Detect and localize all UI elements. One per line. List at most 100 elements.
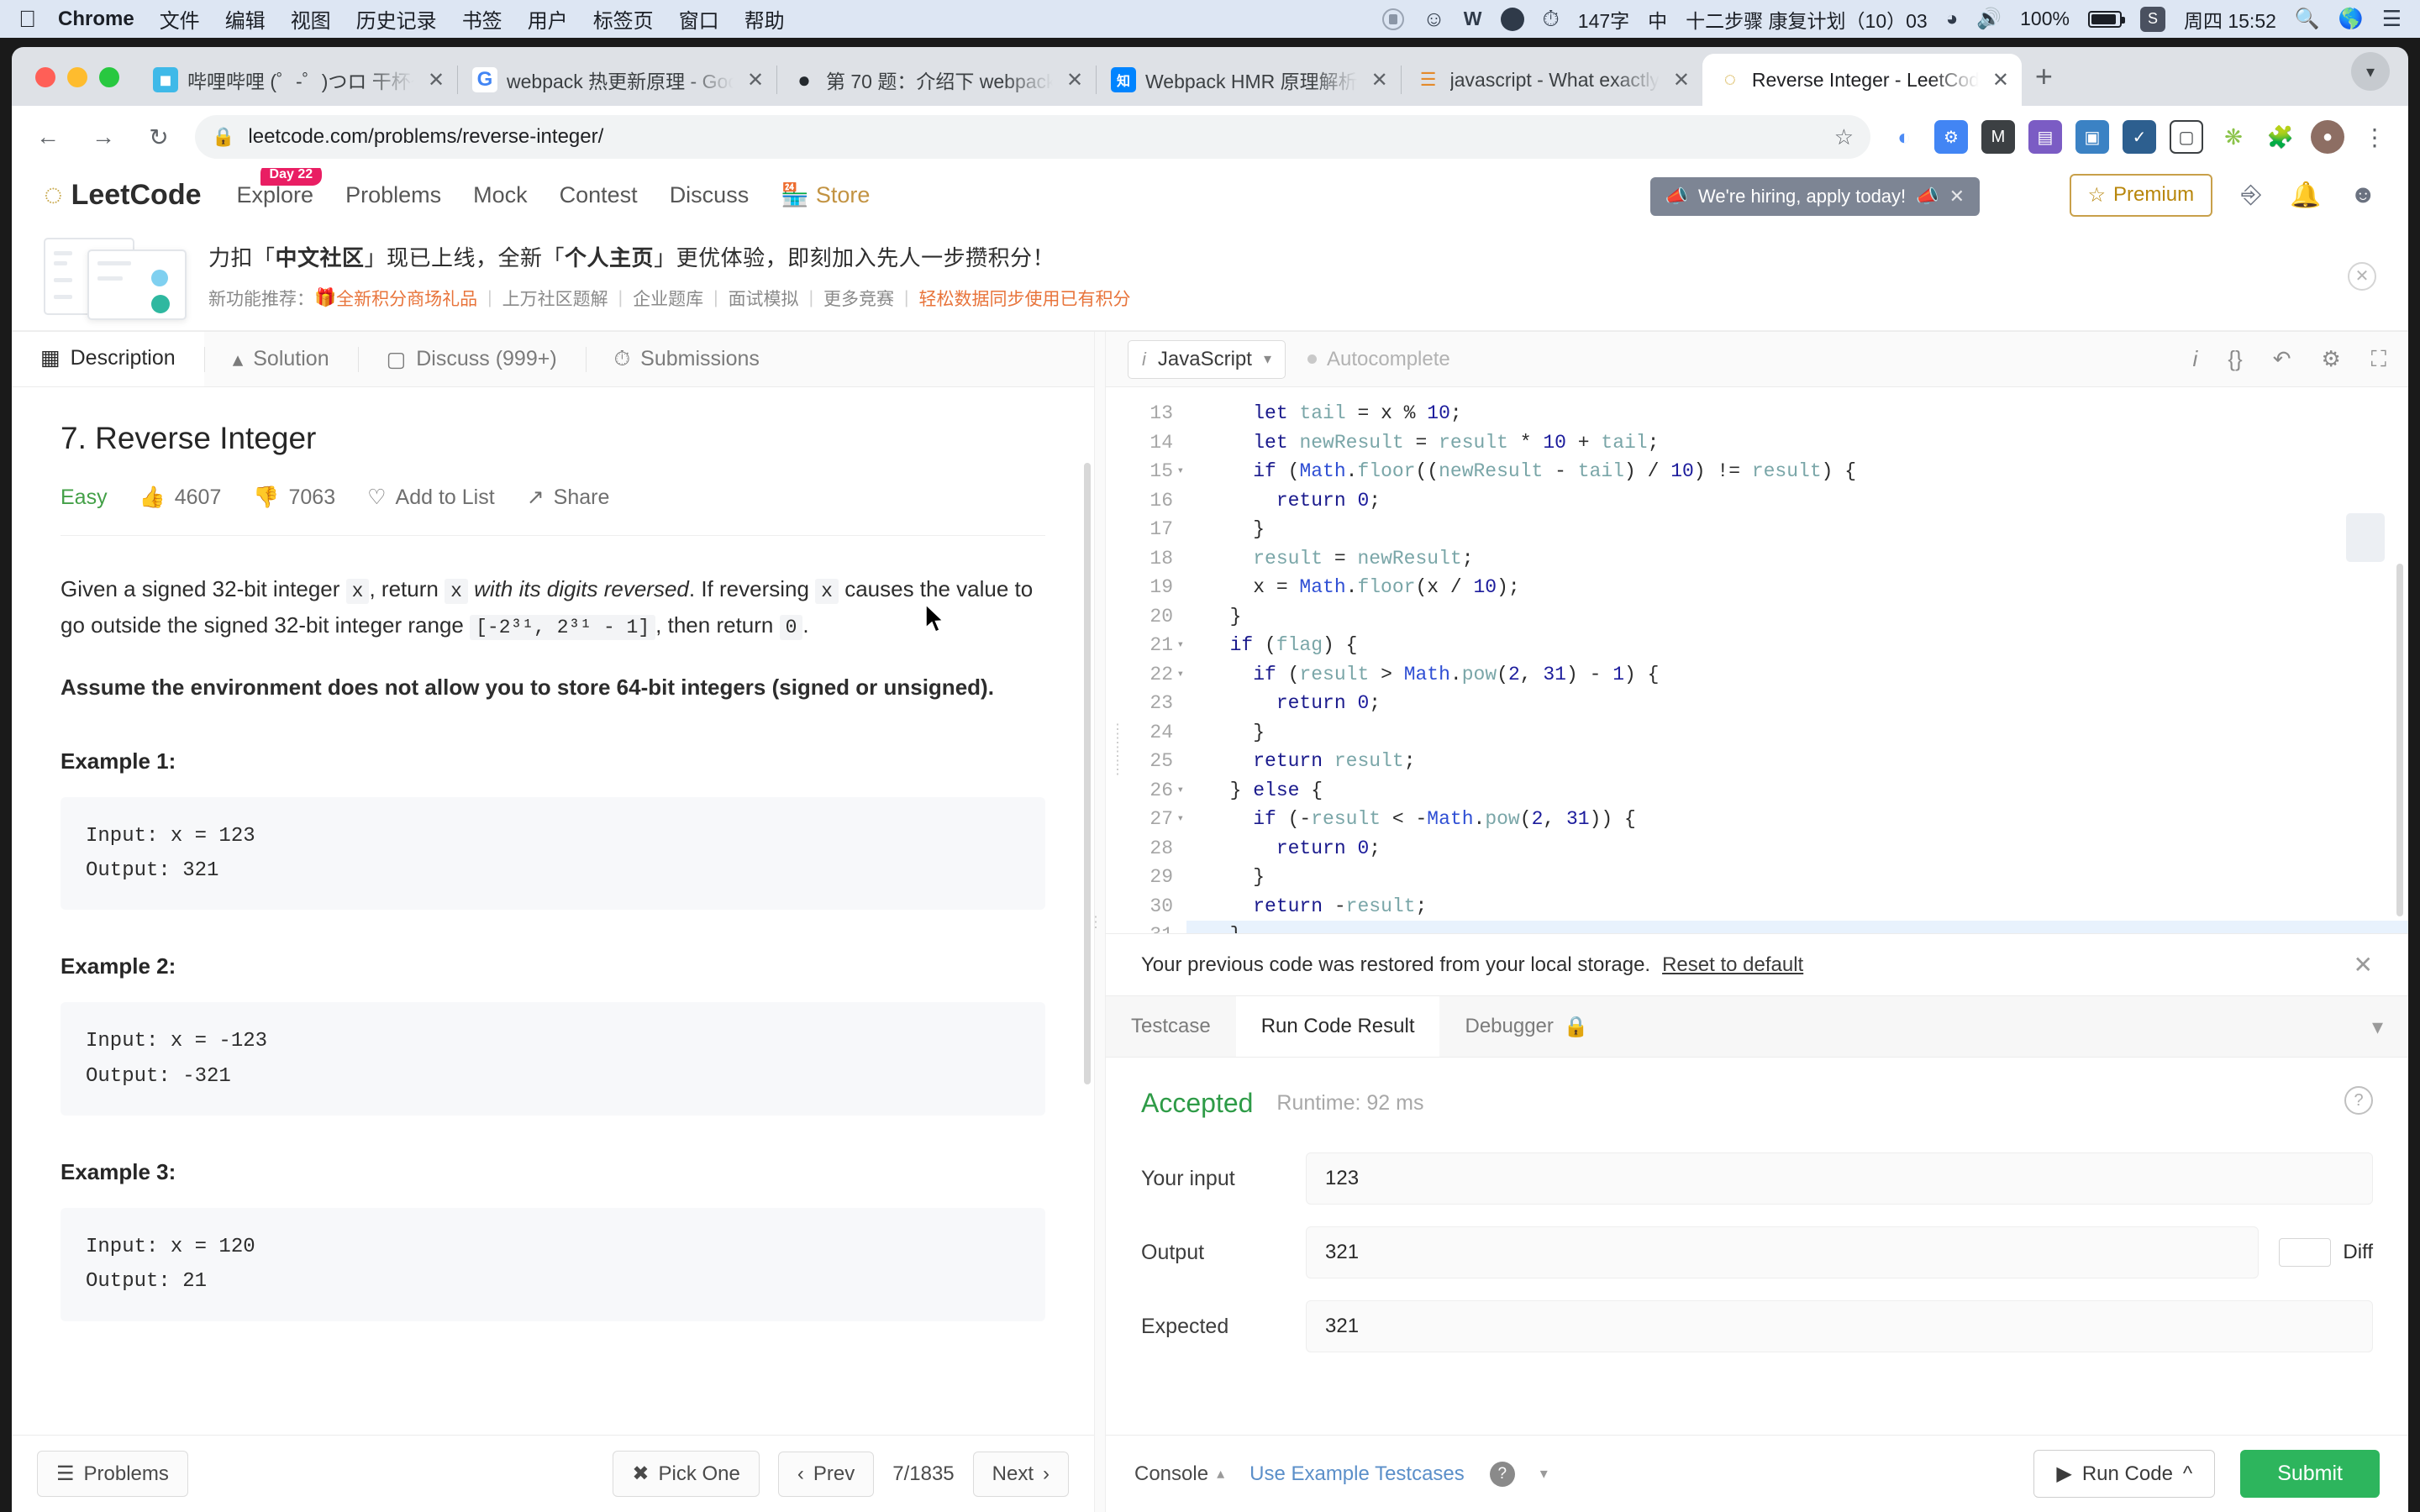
reset-to-default-link[interactable]: Reset to default [1662,953,1803,977]
nav-link-discuss[interactable]: Discuss [670,182,750,208]
tab-run-code-result[interactable]: Run Code Result [1235,996,1440,1057]
description-scrollbar[interactable] [1084,463,1091,1084]
profile-avatar[interactable]: ● [2311,120,2344,154]
close-icon[interactable]: ✕ [2354,951,2373,979]
collapse-results-icon[interactable]: ▾ [2347,996,2408,1057]
code-line[interactable]: let tail = x % 10; [1207,399,2408,428]
code-line[interactable]: } [1207,602,2408,632]
close-tab-icon[interactable]: ✕ [424,68,449,92]
problems-button[interactable]: ☰ Problems [37,1451,188,1497]
menu-file[interactable]: 文件 [160,4,200,34]
close-tab-icon[interactable]: ✕ [1669,68,1694,92]
code-line[interactable]: x = Math.floor(x / 10); [1207,573,2408,602]
code-line[interactable]: } else { [1207,776,2408,806]
search-icon[interactable]: 🔍 [2295,7,2320,31]
code-line[interactable]: let newResult = result * 10 + tail; [1207,428,2408,458]
share-button[interactable]: ↗ Share [527,485,610,510]
wifi-icon[interactable]: ◕ [1946,8,1959,31]
playground-icon[interactable]: ⎆ [2241,181,2261,209]
autocomplete-toggle[interactable]: Autocomplete [1307,348,1450,371]
code-line[interactable]: return result; [1207,747,2408,776]
tab-submissions[interactable]: ⏱ Submissions [585,332,788,386]
tab-discuss[interactable]: ▢ Discuss (999+) [357,332,586,386]
s-icon[interactable]: S [2139,6,2165,32]
extension-icon-m[interactable]: M [1981,120,2015,154]
code-line[interactable]: return 0; [1207,834,2408,864]
bookmark-star-icon[interactable]: ☆ [1834,124,1854,150]
menu-tabs[interactable]: 标签页 [593,4,654,34]
help-icon[interactable]: ? [1489,1461,1515,1487]
pane-divider[interactable] [1094,332,1106,1512]
code-line[interactable]: return 0; [1207,689,2408,718]
code-editor[interactable]: 13 14 15 ▾ 16 17 18 19 20 21 ▾ 22 ▾ 23 24 25 26 ▾ 27 ▾ 28 29 3… [1106,387,2408,933]
code-line[interactable]: result = newResult; [1207,544,2408,574]
input-method-icon[interactable]: 中 [1648,5,1667,34]
reload-icon[interactable]: ↻ [139,118,178,156]
code-line[interactable]: if (-result < -Math.pow(2, 31)) { [1207,805,2408,834]
nav-link-mock[interactable]: Mock [473,182,528,208]
minimize-window-button[interactable] [67,67,87,87]
w-icon[interactable]: W [1464,8,1482,30]
close-icon[interactable]: ✕ [1949,186,1965,207]
leetcode-logo[interactable]: ◌ LeetCode [44,177,202,213]
promo-sublink-3[interactable]: 面试模拟 [729,286,799,311]
code-scrollbar[interactable] [2396,564,2403,916]
next-button[interactable]: Next › [972,1451,1069,1497]
more-vertical-icon[interactable]: ⋮ [2358,123,2391,151]
browser-tab[interactable]: ☰ javascript - What exactly ✕ [1400,54,1702,106]
promo-sublink-2[interactable]: 企业题库 [633,286,703,311]
window-traffic-lights[interactable] [24,67,138,106]
code-line[interactable]: } [1207,863,2408,892]
help-icon[interactable]: ? [2344,1086,2373,1115]
tab-description[interactable]: ▦ Description [12,332,204,386]
extensions-puzzle-icon[interactable]: 🧩 [2264,120,2297,154]
browser-tab[interactable]: ◼ 哔哩哔哩 (゜-゜)つロ 干杯~-bilibili ✕ [138,54,457,106]
promo-sublink-5[interactable]: 轻松数据同步使用已有积分 [919,286,1131,311]
maximize-window-button[interactable] [99,67,119,87]
user-avatar-icon[interactable]: ☻ [2349,181,2376,209]
menu-profiles[interactable]: 用户 [528,4,568,34]
menu-help[interactable]: 帮助 [744,4,785,34]
console-toggle[interactable]: Console ▴ [1134,1462,1224,1486]
chevron-down-icon[interactable]: ▾ [2351,52,2390,91]
address-bar[interactable]: 🔒 leetcode.com/problems/reverse-integer/… [195,115,1870,159]
record-icon[interactable] [1382,8,1405,30]
dislike-button[interactable]: 👎 7063 [253,486,335,510]
browser-tab[interactable]: G webpack 热更新原理 - Google ✕ [457,54,776,106]
close-tab-icon[interactable]: ✕ [1988,68,2013,92]
code-line[interactable]: if (Math.floor((newResult - tail) / 10) … [1207,457,2408,486]
code-line[interactable]: return 0; [1207,486,2408,516]
close-promo-icon[interactable]: ✕ [2348,261,2376,291]
cloud-icon[interactable] [1500,7,1524,31]
fold-arrow-icon[interactable]: ▾ [1177,776,1184,806]
diff-control[interactable]: Diff [2279,1238,2373,1267]
menu-bookmarks[interactable]: 书签 [462,4,502,34]
fullscreen-icon[interactable]: ⛶ [2371,346,2386,373]
language-selector[interactable]: i JavaScript ▾ [1128,339,1286,379]
info-icon[interactable]: i [2193,346,2198,372]
extension-icon-lblue[interactable]: ▣ [2075,120,2109,154]
fold-arrow-icon[interactable]: ▾ [1177,660,1184,690]
premium-button[interactable]: ☆ Premium [2069,173,2213,217]
nav-link-contest[interactable]: Contest [560,182,638,208]
globe-icon[interactable]: 🌎 [2338,7,2364,31]
editor-side-panel-button[interactable] [2346,513,2385,562]
add-to-list-button[interactable]: ♡ Add to List [367,485,495,510]
code-line[interactable]: if (flag) { [1207,631,2408,660]
undo-icon[interactable]: ↶ [2273,346,2291,372]
tab-debugger[interactable]: Debugger 🔒 [1439,996,1613,1057]
browser-tab-active[interactable]: ◌ Reverse Integer - LeetCode ✕ [1702,54,2022,106]
browser-tab[interactable]: ● 第 70 题：介绍下 webpack ✕ [776,54,1096,106]
control-center-icon[interactable]: ☰ [2382,6,2402,32]
fold-arrow-icon[interactable]: ▾ [1177,457,1184,486]
caret-down-icon[interactable]: ▾ [1540,1465,1548,1483]
extension-icon-moon[interactable]: ◐ [1887,120,1921,154]
your-input-value[interactable]: 123 [1306,1152,2373,1205]
braces-icon[interactable]: {} [2228,346,2242,372]
diff-toggle[interactable] [2279,1238,2332,1267]
volume-icon[interactable]: 🔊 [1976,7,2002,31]
code-line[interactable]: } [1207,718,2408,748]
run-code-button[interactable]: ▶ Run Code ^ [2033,1450,2216,1498]
browser-tab[interactable]: 知 Webpack HMR 原理解析 ✕ [1096,54,1401,106]
close-window-button[interactable] [35,67,55,87]
